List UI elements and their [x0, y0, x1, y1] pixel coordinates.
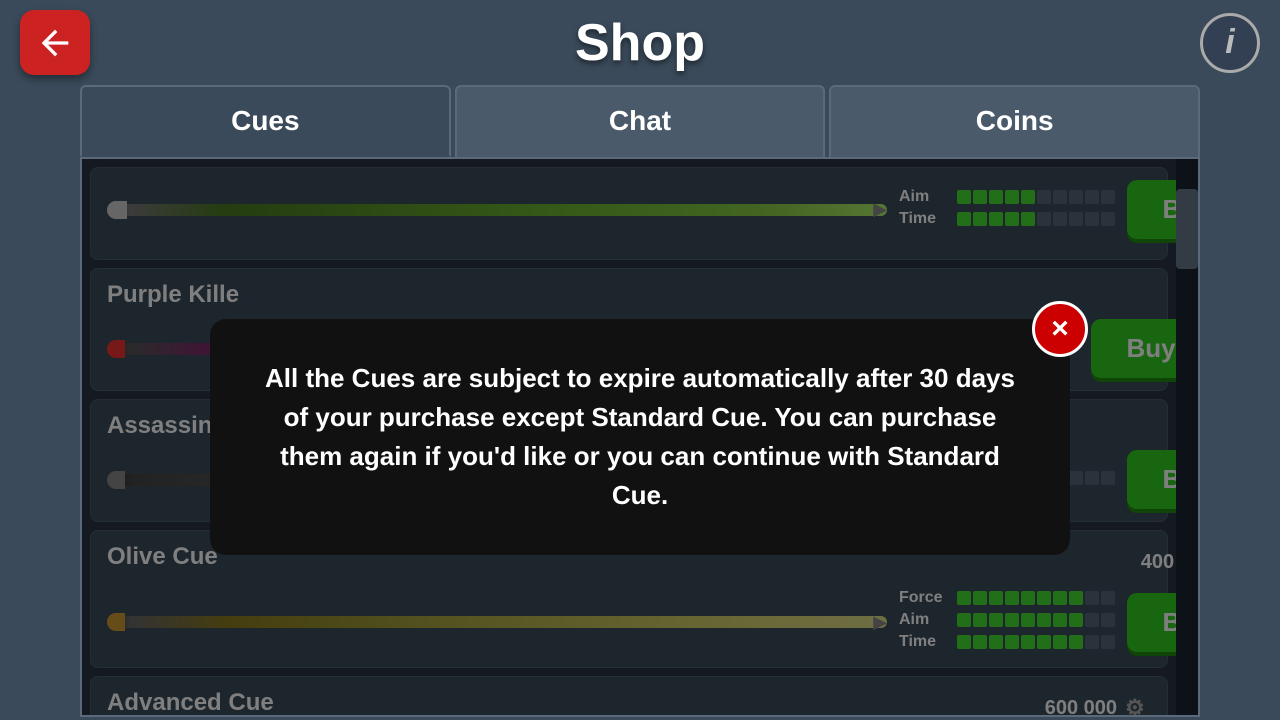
tab-coins[interactable]: Coins: [829, 85, 1200, 157]
info-icon: i: [1225, 23, 1234, 62]
tab-cues[interactable]: Cues: [80, 85, 451, 157]
info-modal: × All the Cues are subject to expire aut…: [210, 319, 1070, 555]
back-icon: [35, 23, 75, 63]
content-area: ▶ Aim Time: [80, 157, 1200, 717]
back-button[interactable]: [20, 10, 90, 75]
close-icon: ×: [1051, 314, 1069, 344]
info-button[interactable]: i: [1200, 13, 1260, 73]
tab-bar: Cues Chat Coins: [80, 85, 1200, 157]
page-title: Shop: [575, 13, 705, 73]
modal-close-button[interactable]: ×: [1032, 301, 1088, 357]
modal-text: All the Cues are subject to expire autom…: [260, 359, 1020, 515]
tab-chat[interactable]: Chat: [455, 85, 826, 157]
modal-overlay: × All the Cues are subject to expire aut…: [82, 159, 1198, 715]
header: Shop i: [0, 0, 1280, 85]
